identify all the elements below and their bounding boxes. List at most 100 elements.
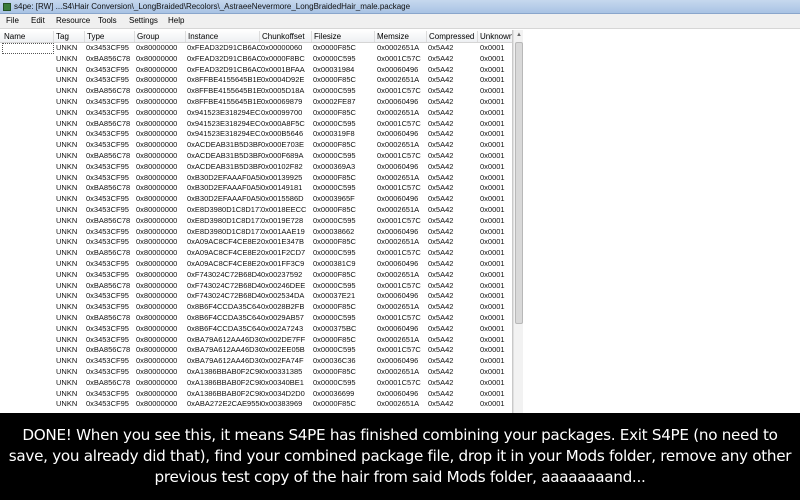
table-row[interactable]: UNKN 0x3453CF95 0x80000000 0xE8D3980D1C8D17… <box>0 227 512 238</box>
cell-compressed: 0x5A42 <box>428 388 454 398</box>
table-row[interactable]: UNKN 0x3453CF95 0x80000000 0xBA79A612AA46D3… <box>0 356 512 367</box>
cell-compressed: 0x5A42 <box>428 129 454 139</box>
table-row[interactable]: UNKN 0x3453CF95 0x80000000 0xF743024C72B68D… <box>0 269 512 281</box>
cell-instance: 0x8B6F4CCDA35C6441 <box>187 302 261 312</box>
cell-group: 0x80000000 <box>136 248 178 258</box>
cell-type: 0xBA856C78 <box>86 377 131 387</box>
cell-filesize: 0x0000F85C <box>313 399 356 409</box>
table-row[interactable]: UNKN 0xBA856C78 0x80000000 0x8FFBE4155645B1… <box>0 86 512 97</box>
scrollbar-thumb[interactable] <box>515 42 523 324</box>
table-row[interactable]: UNKN 0x3453CF95 0x80000000 0xA09AC8CF4CE8E2… <box>0 237 512 248</box>
table-row[interactable]: UNKN 0x3453CF95 0x80000000 0xB30D2EFAAAF0A5… <box>0 194 512 205</box>
table-row[interactable]: UNKN 0x3453CF95 0x80000000 0xACDEAB31B5D3BF… <box>0 140 512 151</box>
cell-group: 0x80000000 <box>136 313 178 322</box>
cell-type: 0xBA856C78 <box>86 151 131 160</box>
cell-type: 0x3453CF95 <box>86 140 129 150</box>
table-row[interactable]: UNKN 0x3453CF95 0x80000000 0x941523E318294E… <box>0 129 512 140</box>
cell-type: 0x3453CF95 <box>86 291 129 301</box>
table-row[interactable]: UNKN 0xBA856C78 0x80000000 0xACDEAB31B5D3BF… <box>0 151 512 162</box>
cell-memsize: 0x0001C57C <box>377 183 421 193</box>
cell-type: 0x3453CF95 <box>86 75 129 85</box>
column-header-filesize[interactable]: Filesize <box>314 32 341 41</box>
cell-filesize: 0x000375BC <box>313 323 357 333</box>
menu-edit[interactable]: Edit <box>31 16 45 25</box>
column-header-group[interactable]: Group <box>137 32 159 41</box>
cell-unknown2: 0x0001 <box>480 97 505 106</box>
cell-group: 0x80000000 <box>136 129 178 139</box>
table-row[interactable]: UNKN 0x3453CF95 0x80000000 0xA1386BBAB0F2C9… <box>0 367 512 378</box>
table-row[interactable]: UNKN 0xBA856C78 0x80000000 0xA09AC8CF4CE8E2… <box>0 248 512 259</box>
column-header-compressed[interactable]: Compressed <box>429 32 474 41</box>
table-row[interactable]: UNKN 0x3453CF95 0x80000000 0xFEAD32D91CB6AC… <box>0 43 512 54</box>
cell-tag: UNKN <box>56 356 78 366</box>
table-row[interactable]: UNKN 0x3453CF95 0x80000000 0xF743024C72B68D… <box>0 291 512 302</box>
column-divider[interactable] <box>84 31 85 42</box>
table-row[interactable]: UNKN 0xBA856C78 0x80000000 0xA1386BBAB0F2C9… <box>0 377 512 389</box>
menu-resource[interactable]: Resource <box>56 16 90 25</box>
cell-tag: UNKN <box>56 367 78 376</box>
table-row[interactable]: UNKN 0x3453CF95 0x80000000 0x8FFBE4155645B1… <box>0 97 512 108</box>
column-divider[interactable] <box>134 31 135 42</box>
column-divider[interactable] <box>185 31 186 42</box>
cell-tag: UNKN <box>56 151 78 160</box>
table-row[interactable]: UNKN 0xBA856C78 0x80000000 0xF743024C72B68D… <box>0 281 512 292</box>
menu-tools[interactable]: Tools <box>98 16 117 25</box>
cell-compressed: 0x5A42 <box>428 313 454 322</box>
resource-list[interactable]: Name Tag Type Group Instance Chunkoffset… <box>0 30 513 413</box>
table-row[interactable]: UNKN 0xBA856C78 0x80000000 0x8B6F4CCDA35C64… <box>0 313 512 324</box>
table-row[interactable]: UNKN 0x3453CF95 0x80000000 0x8B6F4CCDA35C64… <box>0 323 512 335</box>
scroll-up-arrow-icon[interactable]: ▲ <box>516 32 522 38</box>
cell-type: 0xBA856C78 <box>86 183 131 193</box>
cell-group: 0x80000000 <box>136 107 178 117</box>
column-header-memsize[interactable]: Memsize <box>377 32 409 41</box>
column-header-unknown2[interactable]: Unknown2 <box>480 32 512 41</box>
table-row[interactable]: UNKN 0x3453CF95 0x80000000 0xFEAD32D91CB6AC… <box>0 65 512 76</box>
table-row[interactable]: UNKN 0xBA856C78 0x80000000 0xE8D3980D1C8D17… <box>0 215 512 227</box>
column-divider[interactable] <box>259 31 260 42</box>
list-scrollbar[interactable]: ▲ <box>513 30 523 413</box>
cell-name <box>2 205 54 216</box>
table-row[interactable]: UNKN 0xBA856C78 0x80000000 0xFEAD32D91CB6AC… <box>0 53 512 65</box>
column-divider[interactable] <box>477 31 478 42</box>
table-row[interactable]: UNKN 0x3453CF95 0x80000000 0x8FFBE4155645B1… <box>0 75 512 86</box>
preview-pane <box>524 30 800 413</box>
table-row[interactable]: UNKN 0x3453CF95 0x80000000 0xBA79A612AA46D3… <box>0 335 512 346</box>
column-header-tag[interactable]: Tag <box>56 32 69 41</box>
table-row[interactable]: UNKN 0x3453CF95 0x80000000 0x8B6F4CCDA35C64… <box>0 302 512 313</box>
cell-tag: UNKN <box>56 345 78 355</box>
cell-chunkoffset: 0x00383969 <box>261 399 303 409</box>
cell-compressed: 0x5A42 <box>428 215 454 225</box>
column-divider[interactable] <box>426 31 427 42</box>
menu-settings[interactable]: Settings <box>129 16 158 25</box>
cell-group: 0x80000000 <box>136 291 178 301</box>
column-divider[interactable] <box>311 31 312 42</box>
cell-unknown2: 0x0001 <box>480 53 505 63</box>
menu-file[interactable]: File <box>6 16 19 25</box>
table-row[interactable]: UNKN 0x3453CF95 0x80000000 0x941523E318294E… <box>0 107 512 119</box>
cell-memsize: 0x0002651A <box>377 399 420 409</box>
table-row[interactable]: UNKN 0x3453CF95 0x80000000 0xE8D3980D1C8D17… <box>0 205 512 216</box>
table-row[interactable]: UNKN 0x3453CF95 0x80000000 0xACDEAB31B5D3BF… <box>0 162 512 173</box>
cell-unknown2: 0x0001 <box>480 367 505 376</box>
table-row[interactable]: UNKN 0xBA856C78 0x80000000 0xB30D2EFAAAF0A5… <box>0 183 512 194</box>
table-row[interactable]: UNKN 0x3453CF95 0x80000000 0xA09AC8CF4CE8E2… <box>0 259 512 270</box>
menu-help[interactable]: Help <box>168 16 184 25</box>
cell-memsize: 0x0002651A <box>377 43 420 52</box>
cell-filesize: 0x0000F85C <box>313 172 356 182</box>
cell-chunkoffset: 0x00331385 <box>261 367 303 376</box>
column-divider[interactable] <box>374 31 375 42</box>
table-row[interactable]: UNKN 0x3453CF95 0x80000000 0xABA272E2CAE955… <box>0 399 512 410</box>
column-header-instance[interactable]: Instance <box>188 32 218 41</box>
table-row[interactable]: UNKN 0x3453CF95 0x80000000 0xB30D2EFAAAF0A5… <box>0 172 512 184</box>
column-header-type[interactable]: Type <box>87 32 104 41</box>
table-row[interactable]: UNKN 0xBA856C78 0x80000000 0xBA79A612AA46D3… <box>0 345 512 356</box>
cell-unknown2: 0x0001 <box>480 323 505 333</box>
table-row[interactable]: UNKN 0xBA856C78 0x80000000 0x941523E318294E… <box>0 119 512 130</box>
table-row[interactable]: UNKN 0x3453CF95 0x80000000 0xA1386BBAB0F2C9… <box>0 388 512 400</box>
cell-compressed: 0x5A42 <box>428 194 454 204</box>
cell-group: 0x80000000 <box>136 269 178 279</box>
column-header-chunkoffset[interactable]: Chunkoffset <box>262 32 305 41</box>
column-divider[interactable] <box>53 31 54 42</box>
column-header-name[interactable]: Name <box>4 32 25 41</box>
cell-filesize: 0x0000C595 <box>313 53 356 63</box>
